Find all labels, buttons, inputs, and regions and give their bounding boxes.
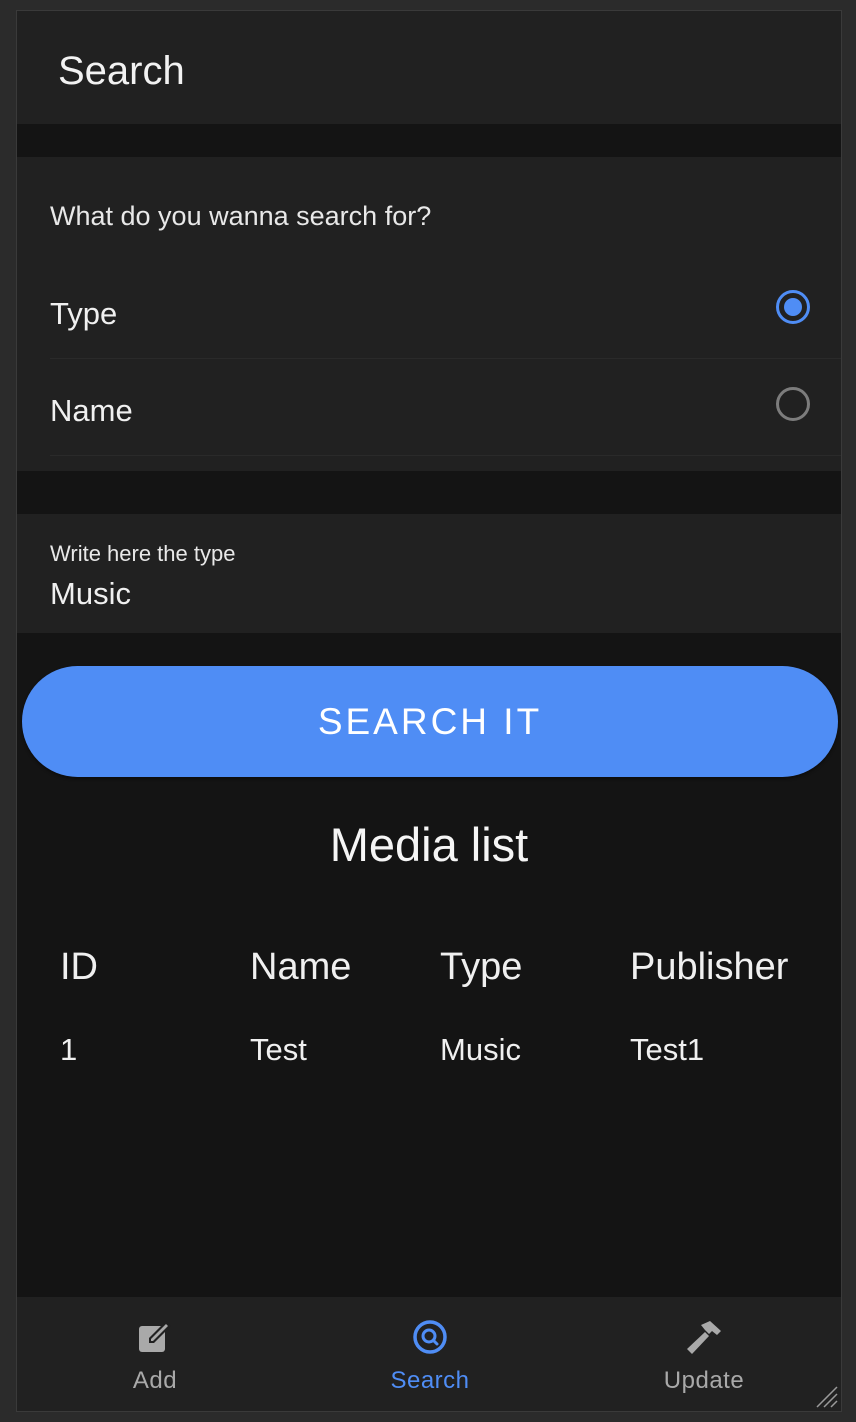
cell-publisher: Test1 bbox=[630, 1032, 705, 1067]
bottom-navigation: Add Search Update bbox=[17, 1297, 841, 1411]
nav-label-add: Add bbox=[132, 1367, 178, 1394]
edit-square-icon bbox=[139, 1321, 171, 1352]
column-header-name: Name bbox=[250, 946, 352, 988]
table-header-row: ID Name Type Publisher bbox=[60, 946, 820, 1032]
column-header-publisher: Publisher bbox=[630, 946, 789, 988]
search-question: What do you wanna search for? bbox=[50, 201, 432, 231]
cell-id: 1 bbox=[60, 1032, 78, 1067]
radio-selected-dot bbox=[784, 298, 802, 316]
nav-item-add[interactable]: Add bbox=[18, 1297, 292, 1411]
app-bar: Search bbox=[17, 11, 841, 124]
nav-label-update: Update bbox=[663, 1367, 745, 1394]
radio-option-label: Type bbox=[50, 296, 118, 331]
type-input-label: Write here the type bbox=[50, 541, 236, 566]
page-title: Search bbox=[58, 49, 185, 93]
radio-button-type[interactable] bbox=[776, 290, 810, 324]
nav-item-search[interactable]: Search bbox=[293, 1297, 567, 1411]
radio-button-name[interactable] bbox=[776, 387, 810, 421]
resize-grip-icon[interactable] bbox=[813, 1383, 839, 1409]
column-header-id: ID bbox=[60, 946, 98, 988]
radio-option-type[interactable]: Type bbox=[50, 262, 841, 359]
radio-option-label: Name bbox=[50, 393, 133, 428]
radio-option-name[interactable]: Name bbox=[50, 359, 841, 456]
hammer-icon bbox=[687, 1321, 721, 1354]
table-row: 1 Test Music Test1 bbox=[60, 1032, 820, 1118]
column-header-type: Type bbox=[440, 946, 523, 988]
media-table: ID Name Type Publisher 1 Test Music Test… bbox=[60, 946, 820, 1118]
cell-type: Music bbox=[440, 1032, 521, 1067]
nav-item-update[interactable]: Update bbox=[567, 1297, 841, 1411]
type-input[interactable] bbox=[50, 576, 750, 612]
cell-name: Test bbox=[250, 1032, 307, 1067]
search-it-button[interactable]: SEARCH IT bbox=[22, 666, 838, 777]
media-list-title: Media list bbox=[329, 818, 529, 871]
app-window: Search What do you wanna search for? Typ… bbox=[16, 10, 842, 1412]
search-circle-icon bbox=[413, 1320, 447, 1354]
type-input-field[interactable]: Write here the type bbox=[17, 514, 841, 633]
search-options-card: What do you wanna search for? Type Name bbox=[17, 157, 841, 471]
nav-label-search: Search bbox=[390, 1367, 470, 1394]
